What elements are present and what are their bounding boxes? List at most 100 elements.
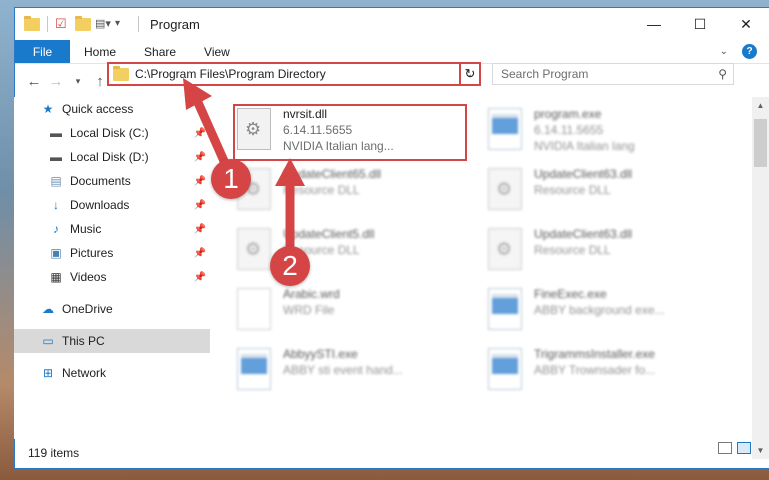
exe-file-icon: [237, 348, 271, 390]
nav-item-label: Local Disk (C:): [70, 126, 149, 140]
file-name: UpdateClient65.dll: [283, 167, 382, 181]
file-item[interactable]: UpdateClient63.dll Resource DLL: [488, 166, 728, 222]
callout-badge-1: 1: [211, 159, 251, 199]
nav-item-label: OneDrive: [62, 302, 113, 316]
file-description: WRD File: [283, 303, 335, 317]
pin-icon[interactable]: 📌: [194, 224, 206, 235]
dll-file-icon: [237, 228, 271, 270]
nav-item-local-disk-c[interactable]: ▬ Local Disk (C:) 📌: [14, 121, 210, 145]
file-name: UpdateClient5.dll: [283, 227, 375, 241]
help-icon[interactable]: ?: [742, 44, 757, 59]
star-icon: ★: [42, 102, 54, 116]
downloads-icon: ↓: [53, 198, 59, 212]
item-count: 119 items: [28, 446, 80, 460]
nav-item-onedrive[interactable]: ☁ OneDrive: [14, 297, 210, 321]
large-icons-view-icon[interactable]: [737, 442, 751, 454]
exe-file-icon: [488, 108, 522, 150]
refresh-button[interactable]: ↻: [459, 62, 481, 86]
nav-item-documents[interactable]: ▤ Documents 📌: [14, 169, 210, 193]
vertical-scrollbar[interactable]: ▲ ▼: [752, 97, 769, 459]
customize-toolbar-icon[interactable]: ▤▾: [95, 16, 111, 32]
file-description: ABBY background exe...: [534, 303, 665, 317]
minimize-button[interactable]: —: [631, 9, 677, 39]
tab-view[interactable]: View: [190, 40, 244, 63]
file-name: Arabic.wrd: [283, 287, 340, 301]
file-name: AbbyySTI.exe: [283, 347, 358, 361]
folder-icon: [113, 65, 129, 81]
pin-icon[interactable]: 📌: [194, 128, 206, 139]
dll-file-icon: [488, 168, 522, 210]
tab-share[interactable]: Share: [130, 40, 190, 63]
close-button[interactable]: ✕: [723, 9, 769, 39]
pin-icon[interactable]: 📌: [194, 152, 206, 163]
expand-ribbon-icon[interactable]: ⌄: [720, 46, 728, 57]
file-item[interactable]: FineExec.exe ABBY background exe...: [488, 286, 728, 342]
file-item[interactable]: Arabic.wrd WRD File: [237, 286, 477, 342]
maximize-button[interactable]: ☐: [677, 9, 723, 39]
tab-home[interactable]: Home: [70, 40, 130, 63]
nav-item-this-pc[interactable]: ▭ This PC: [14, 329, 210, 353]
network-icon: ⊞: [42, 366, 54, 380]
navigation-pane: ★ Quick access ▬ Local Disk (C:) 📌 ▬ Loc…: [14, 97, 210, 439]
file-item[interactable]: UpdateClient65.dll Resource DLL: [237, 166, 477, 222]
nav-item-label: Videos: [70, 270, 107, 284]
address-path[interactable]: C:\Program Files\Program Directory: [135, 67, 459, 81]
search-icon[interactable]: ⚲: [718, 67, 727, 81]
nav-item-label: This PC: [62, 334, 105, 348]
properties-icon[interactable]: ☑: [55, 16, 71, 32]
nav-item-label: Local Disk (D:): [70, 150, 149, 164]
music-icon: ♪: [53, 222, 59, 236]
scroll-up-icon[interactable]: ▲: [752, 97, 769, 114]
window-title: Program: [150, 16, 200, 32]
file-item[interactable]: UpdateClient63.dll Resource DLL: [488, 226, 728, 282]
forward-arrow-icon[interactable]: →: [45, 73, 67, 90]
tab-file[interactable]: File: [15, 40, 70, 63]
videos-icon: ▦: [50, 270, 62, 284]
chevron-down-icon[interactable]: ▾: [115, 16, 131, 32]
address-bar[interactable]: C:\Program Files\Program Directory ⌄: [107, 62, 481, 86]
new-folder-icon[interactable]: [75, 15, 91, 31]
file-name: FineExec.exe: [534, 287, 607, 301]
nav-item-downloads[interactable]: ↓ Downloads 📌: [14, 193, 210, 217]
nav-item-network[interactable]: ⊞ Network: [14, 361, 210, 385]
documents-icon: ▤: [50, 174, 62, 188]
scroll-thumb[interactable]: [754, 119, 767, 167]
nav-item-label: Pictures: [70, 246, 114, 260]
file-name: program.exe: [534, 107, 602, 121]
file-name: TrigrammsInstaller.exe: [534, 347, 655, 361]
nav-item-quick-access[interactable]: ★ Quick access: [14, 97, 210, 121]
drive-icon: ▬: [50, 126, 62, 140]
nav-item-videos[interactable]: ▦ Videos 📌: [14, 265, 210, 289]
recent-locations-icon[interactable]: ▾: [67, 76, 89, 87]
exe-file-icon: [488, 348, 522, 390]
computer-icon: ▭: [42, 334, 54, 348]
divider: [138, 16, 139, 32]
pin-icon[interactable]: 📌: [194, 176, 206, 187]
pin-icon[interactable]: 📌: [194, 272, 206, 283]
nav-item-label: Network: [62, 366, 107, 380]
file-highlight-box: [233, 104, 467, 161]
nav-item-local-disk-d[interactable]: ▬ Local Disk (D:) 📌: [14, 145, 210, 169]
drive-icon: ▬: [50, 150, 62, 164]
nav-item-music[interactable]: ♪ Music 📌: [14, 217, 210, 241]
nav-item-pictures[interactable]: ▣ Pictures 📌: [14, 241, 210, 265]
exe-file-icon: [488, 288, 522, 330]
details-view-icon[interactable]: [718, 442, 732, 454]
title-bar: ☑ ▤▾ ▾ Program — ☐ ✕: [15, 8, 769, 40]
search-input[interactable]: Search Program ⚲: [492, 63, 734, 85]
back-arrow-icon[interactable]: ←: [23, 73, 45, 90]
file-description: Resource DLL: [534, 243, 611, 257]
status-bar: 119 items: [14, 441, 754, 465]
scroll-down-icon[interactable]: ▼: [752, 442, 769, 459]
ribbon-tabs: File Home Share View ⌄ ?: [15, 40, 769, 64]
pin-icon[interactable]: 📌: [194, 248, 206, 259]
pin-icon[interactable]: 📌: [194, 200, 206, 211]
file-item[interactable]: program.exe 6.14.11.5655 NVIDIA Italian …: [488, 106, 728, 162]
divider: [47, 16, 48, 32]
file-item[interactable]: AbbyySTI.exe ABBY sti event hand...: [237, 346, 477, 402]
file-item[interactable]: TrigrammsInstaller.exe ABBY Trownsader f…: [488, 346, 728, 402]
file-description: Resource DLL: [534, 183, 611, 197]
